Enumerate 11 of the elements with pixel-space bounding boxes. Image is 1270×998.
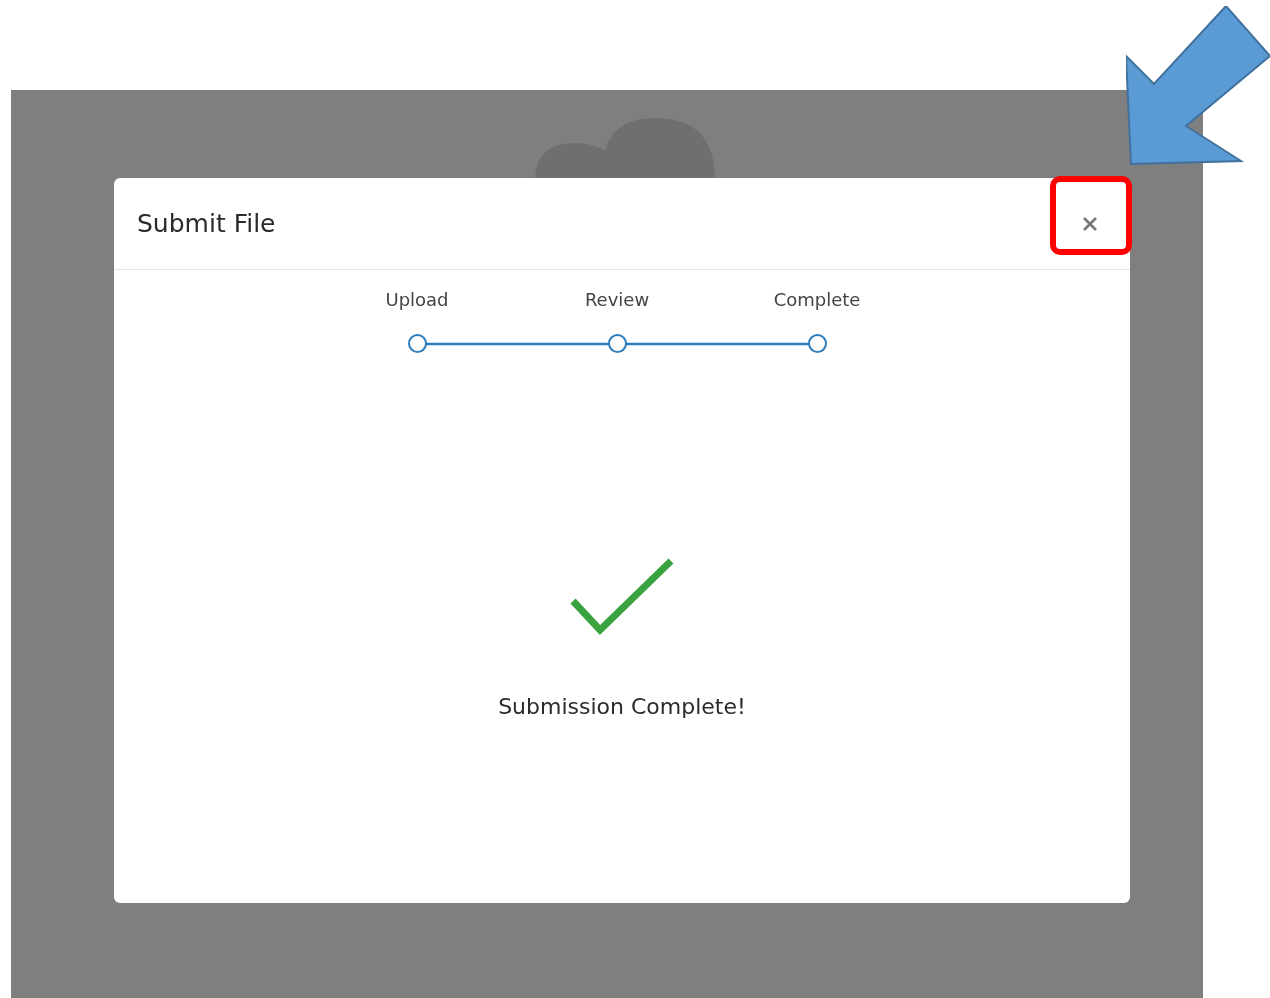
dialog-title: Submit File	[137, 207, 276, 240]
cloud-icon	[535, 118, 715, 180]
step-label: Review	[584, 288, 650, 312]
step-marker	[607, 334, 627, 353]
success-message: Submission Complete!	[498, 693, 746, 721]
close-icon	[1082, 215, 1098, 232]
step-label: Complete	[773, 288, 861, 312]
checkmark-icon	[570, 558, 674, 638]
step-marker	[407, 334, 427, 353]
step-label: Upload	[385, 288, 449, 312]
step-marker	[807, 334, 827, 353]
